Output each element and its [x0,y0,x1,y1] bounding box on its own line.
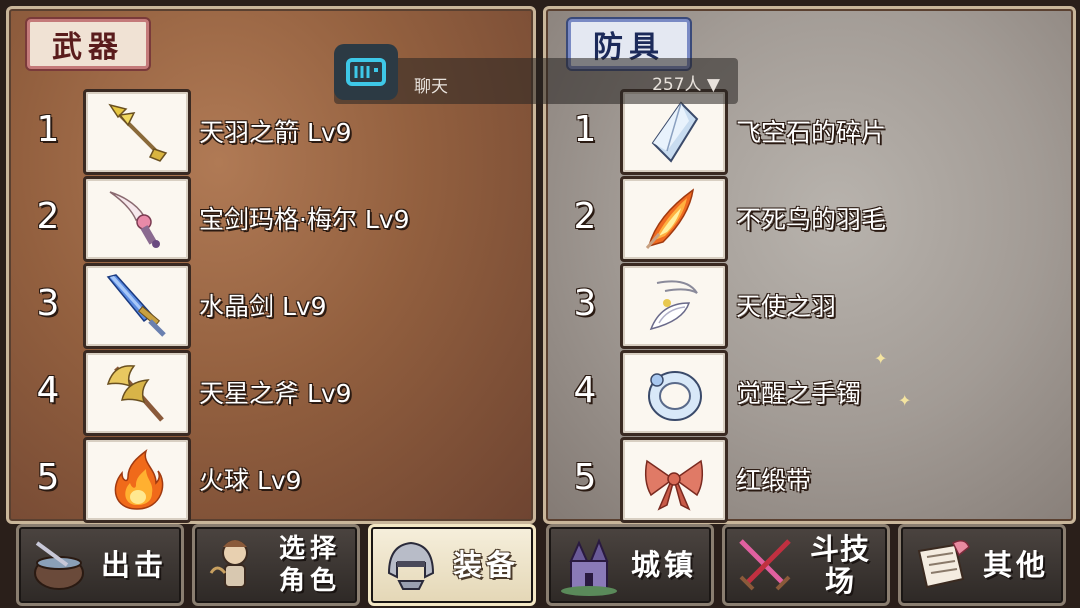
rank-number: 2 [36,196,60,237]
nav-label: 选择角色 [278,534,341,596]
rank-number: 2 [573,196,597,237]
nav-label: 其他 [982,548,1049,582]
chat-count-text: 257人 [652,75,702,95]
nav-button-other[interactable]: 其他 [898,524,1066,606]
nav-button-town[interactable]: 城镇 [546,524,714,606]
pink-sword-icon [109,191,160,248]
item-slot[interactable] [83,437,191,523]
angel-feather-icon [649,280,698,331]
rank-number: 4 [573,370,597,411]
weapons-title: 武器 [27,19,149,69]
rank-number: 5 [36,457,60,498]
chevron-down-icon: ▼ [706,75,720,95]
fireball-icon [114,448,164,510]
armor-row-5[interactable]: 5 红缎带 [546,437,1073,523]
nav-label: 出击 [100,548,167,582]
item-slot[interactable] [620,263,728,349]
nav-button-select-character[interactable]: 选择角色 [192,524,360,606]
item-slot[interactable] [83,263,191,349]
armor-row-4[interactable]: 4 觉醒之手镯 [546,350,1073,436]
golden-axe-icon [106,365,164,422]
item-name: 不死鸟的羽毛 [736,205,887,234]
rank-number: 5 [573,457,597,498]
weapon-row-5[interactable]: 5 火球 Lv9 [9,437,533,523]
item-name: 天羽之箭 Lv9 [199,118,352,147]
scroll-icon [917,540,970,589]
item-slot[interactable] [620,350,728,436]
rank-number: 1 [36,109,60,150]
rank-number: 3 [573,283,597,324]
item-name: 火球 Lv9 [199,466,302,495]
rank-number: 3 [36,283,60,324]
item-slot[interactable] [620,176,728,262]
chat-bar[interactable]: 聊天 257人 ▼ [334,44,738,104]
weapon-row-4[interactable]: 4 天星之斧 Lv9 [9,350,533,436]
item-slot[interactable] [83,350,191,436]
nav-label: 城镇 [630,548,697,582]
nav-label: 装备 [452,548,519,582]
nav-button-arena[interactable]: 斗技场 [722,524,890,606]
nav-button-equipment[interactable]: 装备 [368,524,536,606]
item-slot[interactable] [83,176,191,262]
item-slot[interactable] [83,89,191,175]
red-ribbon-icon [644,459,704,511]
armor-row-2[interactable]: 2 不死鸟的羽毛 [546,176,1073,262]
crossed-swords-icon [739,539,791,591]
item-name: 宝剑玛格·梅尔 Lv9 [199,205,410,234]
chat-user-count[interactable]: 257人 ▼ [652,70,720,95]
feather-arrow-icon [108,103,168,162]
weapon-row-3[interactable]: 3 水晶剑 Lv9 [9,263,533,349]
nav-label: 斗技场 [809,532,870,598]
item-name: 水晶剑 Lv9 [199,292,327,321]
castle-icon [561,538,617,596]
item-name: 天使之羽 [736,292,837,321]
armor-row-3[interactable]: 3 天使之羽 [546,263,1073,349]
item-slot[interactable] [620,437,728,523]
crystal-sword-icon [106,274,166,337]
chat-label: 聊天 [414,77,448,97]
pot-icon [34,541,84,590]
rank-number: 4 [36,370,60,411]
rank-number: 1 [573,109,597,150]
chat-logo-icon[interactable] [334,44,398,100]
helmet-icon [387,541,435,590]
crystal-shard-icon [651,101,699,163]
nav-button-sortie[interactable]: 出击 [16,524,184,606]
character-icon [209,540,248,588]
item-name: 红缎带 [736,466,812,495]
phoenix-feather-icon [645,188,695,249]
item-name: 觉醒之手镯 [736,379,862,408]
item-name: 飞空石的碎片 [736,118,887,147]
weapon-row-2[interactable]: 2 宝剑玛格·梅尔 Lv9 [9,176,533,262]
item-name: 天星之斧 Lv9 [199,379,352,408]
bracelet-icon [648,371,702,421]
